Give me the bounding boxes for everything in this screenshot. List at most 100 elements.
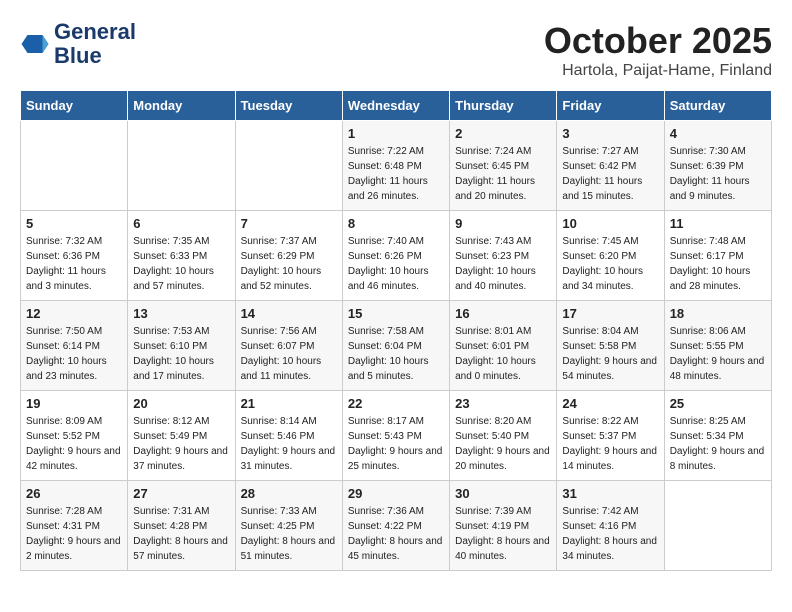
cell-info: Sunrise: 7:35 AMSunset: 6:33 PMDaylight:… — [133, 234, 229, 294]
day-number: 30 — [455, 486, 551, 501]
calendar-week-1: 1 Sunrise: 7:22 AMSunset: 6:48 PMDaylight… — [21, 121, 772, 211]
calendar-cell: 4 Sunrise: 7:30 AMSunset: 6:39 PMDaylight… — [664, 121, 771, 211]
calendar-table: SundayMondayTuesdayWednesdayThursdayFrid… — [20, 90, 772, 571]
calendar-cell: 25 Sunrise: 8:25 AMSunset: 5:34 PMDayligh… — [664, 391, 771, 481]
cell-info: Sunrise: 7:40 AMSunset: 6:26 PMDaylight:… — [348, 234, 444, 294]
calendar-cell: 29 Sunrise: 7:36 AMSunset: 4:22 PMDayligh… — [342, 481, 449, 571]
cell-info: Sunrise: 8:06 AMSunset: 5:55 PMDaylight:… — [670, 324, 766, 384]
calendar-cell: 13 Sunrise: 7:53 AMSunset: 6:10 PMDayligh… — [128, 301, 235, 391]
day-number: 7 — [241, 216, 337, 231]
day-number: 15 — [348, 306, 444, 321]
weekday-header-row: SundayMondayTuesdayWednesdayThursdayFrid… — [21, 91, 772, 121]
cell-info: Sunrise: 8:12 AMSunset: 5:49 PMDaylight:… — [133, 414, 229, 474]
calendar-cell: 12 Sunrise: 7:50 AMSunset: 6:14 PMDayligh… — [21, 301, 128, 391]
calendar-cell — [21, 121, 128, 211]
calendar-cell: 2 Sunrise: 7:24 AMSunset: 6:45 PMDaylight… — [450, 121, 557, 211]
calendar-cell: 14 Sunrise: 7:56 AMSunset: 6:07 PMDayligh… — [235, 301, 342, 391]
calendar-cell: 3Sunrise: 7:27 AMSunset: 6:42 PMDaylight… — [557, 121, 664, 211]
month-title: October 2025 — [544, 20, 772, 62]
cell-info: Sunrise: 8:25 AMSunset: 5:34 PMDaylight:… — [670, 414, 766, 474]
calendar-cell: 30 Sunrise: 7:39 AMSunset: 4:19 PMDayligh… — [450, 481, 557, 571]
cell-info: Sunrise: 7:56 AMSunset: 6:07 PMDaylight:… — [241, 324, 337, 384]
cell-info: Sunrise: 7:48 AMSunset: 6:17 PMDaylight:… — [670, 234, 766, 294]
calendar-week-3: 12 Sunrise: 7:50 AMSunset: 6:14 PMDayligh… — [21, 301, 772, 391]
calendar-cell: 9 Sunrise: 7:43 AMSunset: 6:23 PMDaylight… — [450, 211, 557, 301]
cell-info: Sunrise: 7:22 AMSunset: 6:48 PMDaylight:… — [348, 144, 444, 204]
calendar-cell: 5 Sunrise: 7:32 AMSunset: 6:36 PMDaylight… — [21, 211, 128, 301]
calendar-cell: 26Sunrise: 7:28 AMSunset: 4:31 PMDayligh… — [21, 481, 128, 571]
calendar-cell — [128, 121, 235, 211]
calendar-cell: 23Sunrise: 8:20 AMSunset: 5:40 PMDayligh… — [450, 391, 557, 481]
day-number: 12 — [26, 306, 122, 321]
cell-info: Sunrise: 7:36 AMSunset: 4:22 PMDaylight:… — [348, 504, 444, 564]
day-number: 20 — [133, 396, 229, 411]
logo-text: General Blue — [54, 20, 136, 68]
weekday-header-saturday: Saturday — [664, 91, 771, 121]
calendar-cell: 8 Sunrise: 7:40 AMSunset: 6:26 PMDaylight… — [342, 211, 449, 301]
cell-info: Sunrise: 7:28 AMSunset: 4:31 PMDaylight:… — [26, 504, 122, 564]
logo: General Blue — [20, 20, 136, 68]
cell-info: Sunrise: 7:32 AMSunset: 6:36 PMDaylight:… — [26, 234, 122, 294]
cell-info: Sunrise: 8:17 AMSunset: 5:43 PMDaylight:… — [348, 414, 444, 474]
day-number: 16 — [455, 306, 551, 321]
cell-info: Sunrise: 8:14 AMSunset: 5:46 PMDaylight:… — [241, 414, 337, 474]
weekday-header-wednesday: Wednesday — [342, 91, 449, 121]
day-number: 5 — [26, 216, 122, 231]
calendar-cell: 19 Sunrise: 8:09 AMSunset: 5:52 PMDayligh… — [21, 391, 128, 481]
day-number: 22 — [348, 396, 444, 411]
day-number: 2 — [455, 126, 551, 141]
weekday-header-thursday: Thursday — [450, 91, 557, 121]
calendar-cell: 17 Sunrise: 8:04 AMSunset: 5:58 PMDayligh… — [557, 301, 664, 391]
day-number: 24 — [562, 396, 658, 411]
day-number: 25 — [670, 396, 766, 411]
calendar-cell: 7Sunrise: 7:37 AMSunset: 6:29 PMDaylight… — [235, 211, 342, 301]
calendar-cell: 16 Sunrise: 8:01 AMSunset: 6:01 PMDayligh… — [450, 301, 557, 391]
cell-info: Sunrise: 7:39 AMSunset: 4:19 PMDaylight:… — [455, 504, 551, 564]
title-section: October 2025 Hartola, Paijat-Hame, Finla… — [544, 20, 772, 80]
day-number: 8 — [348, 216, 444, 231]
calendar-cell: 6Sunrise: 7:35 AMSunset: 6:33 PMDaylight… — [128, 211, 235, 301]
cell-info: Sunrise: 8:09 AMSunset: 5:52 PMDaylight:… — [26, 414, 122, 474]
cell-info: Sunrise: 7:45 AMSunset: 6:20 PMDaylight:… — [562, 234, 658, 294]
cell-info: Sunrise: 7:24 AMSunset: 6:45 PMDaylight:… — [455, 144, 551, 204]
day-number: 1 — [348, 126, 444, 141]
day-number: 19 — [26, 396, 122, 411]
cell-info: Sunrise: 7:30 AMSunset: 6:39 PMDaylight:… — [670, 144, 766, 204]
day-number: 21 — [241, 396, 337, 411]
day-number: 18 — [670, 306, 766, 321]
calendar-week-4: 19 Sunrise: 8:09 AMSunset: 5:52 PMDayligh… — [21, 391, 772, 481]
weekday-header-monday: Monday — [128, 91, 235, 121]
day-number: 4 — [670, 126, 766, 141]
calendar-cell: 22 Sunrise: 8:17 AMSunset: 5:43 PMDayligh… — [342, 391, 449, 481]
day-number: 9 — [455, 216, 551, 231]
weekday-header-friday: Friday — [557, 91, 664, 121]
calendar-cell: 18 Sunrise: 8:06 AMSunset: 5:55 PMDayligh… — [664, 301, 771, 391]
day-number: 29 — [348, 486, 444, 501]
day-number: 27 — [133, 486, 229, 501]
cell-info: Sunrise: 7:27 AMSunset: 6:42 PMDaylight:… — [562, 144, 658, 204]
day-number: 31 — [562, 486, 658, 501]
calendar-cell: 28 Sunrise: 7:33 AMSunset: 4:25 PMDayligh… — [235, 481, 342, 571]
calendar-week-5: 26Sunrise: 7:28 AMSunset: 4:31 PMDayligh… — [21, 481, 772, 571]
cell-info: Sunrise: 8:04 AMSunset: 5:58 PMDaylight:… — [562, 324, 658, 384]
calendar-week-2: 5 Sunrise: 7:32 AMSunset: 6:36 PMDaylight… — [21, 211, 772, 301]
calendar-cell: 24 Sunrise: 8:22 AMSunset: 5:37 PMDayligh… — [557, 391, 664, 481]
cell-info: Sunrise: 8:20 AMSunset: 5:40 PMDaylight:… — [455, 414, 551, 474]
day-number: 13 — [133, 306, 229, 321]
weekday-header-tuesday: Tuesday — [235, 91, 342, 121]
cell-info: Sunrise: 8:01 AMSunset: 6:01 PMDaylight:… — [455, 324, 551, 384]
cell-info: Sunrise: 7:58 AMSunset: 6:04 PMDaylight:… — [348, 324, 444, 384]
cell-info: Sunrise: 7:33 AMSunset: 4:25 PMDaylight:… — [241, 504, 337, 564]
day-number: 28 — [241, 486, 337, 501]
calendar-cell — [664, 481, 771, 571]
calendar-cell: 1 Sunrise: 7:22 AMSunset: 6:48 PMDaylight… — [342, 121, 449, 211]
cell-info: Sunrise: 7:53 AMSunset: 6:10 PMDaylight:… — [133, 324, 229, 384]
calendar-cell: 15 Sunrise: 7:58 AMSunset: 6:04 PMDayligh… — [342, 301, 449, 391]
day-number: 10 — [562, 216, 658, 231]
cell-info: Sunrise: 7:43 AMSunset: 6:23 PMDaylight:… — [455, 234, 551, 294]
day-number: 17 — [562, 306, 658, 321]
cell-info: Sunrise: 8:22 AMSunset: 5:37 PMDaylight:… — [562, 414, 658, 474]
day-number: 14 — [241, 306, 337, 321]
location-title: Hartola, Paijat-Hame, Finland — [544, 62, 772, 80]
cell-info: Sunrise: 7:50 AMSunset: 6:14 PMDaylight:… — [26, 324, 122, 384]
